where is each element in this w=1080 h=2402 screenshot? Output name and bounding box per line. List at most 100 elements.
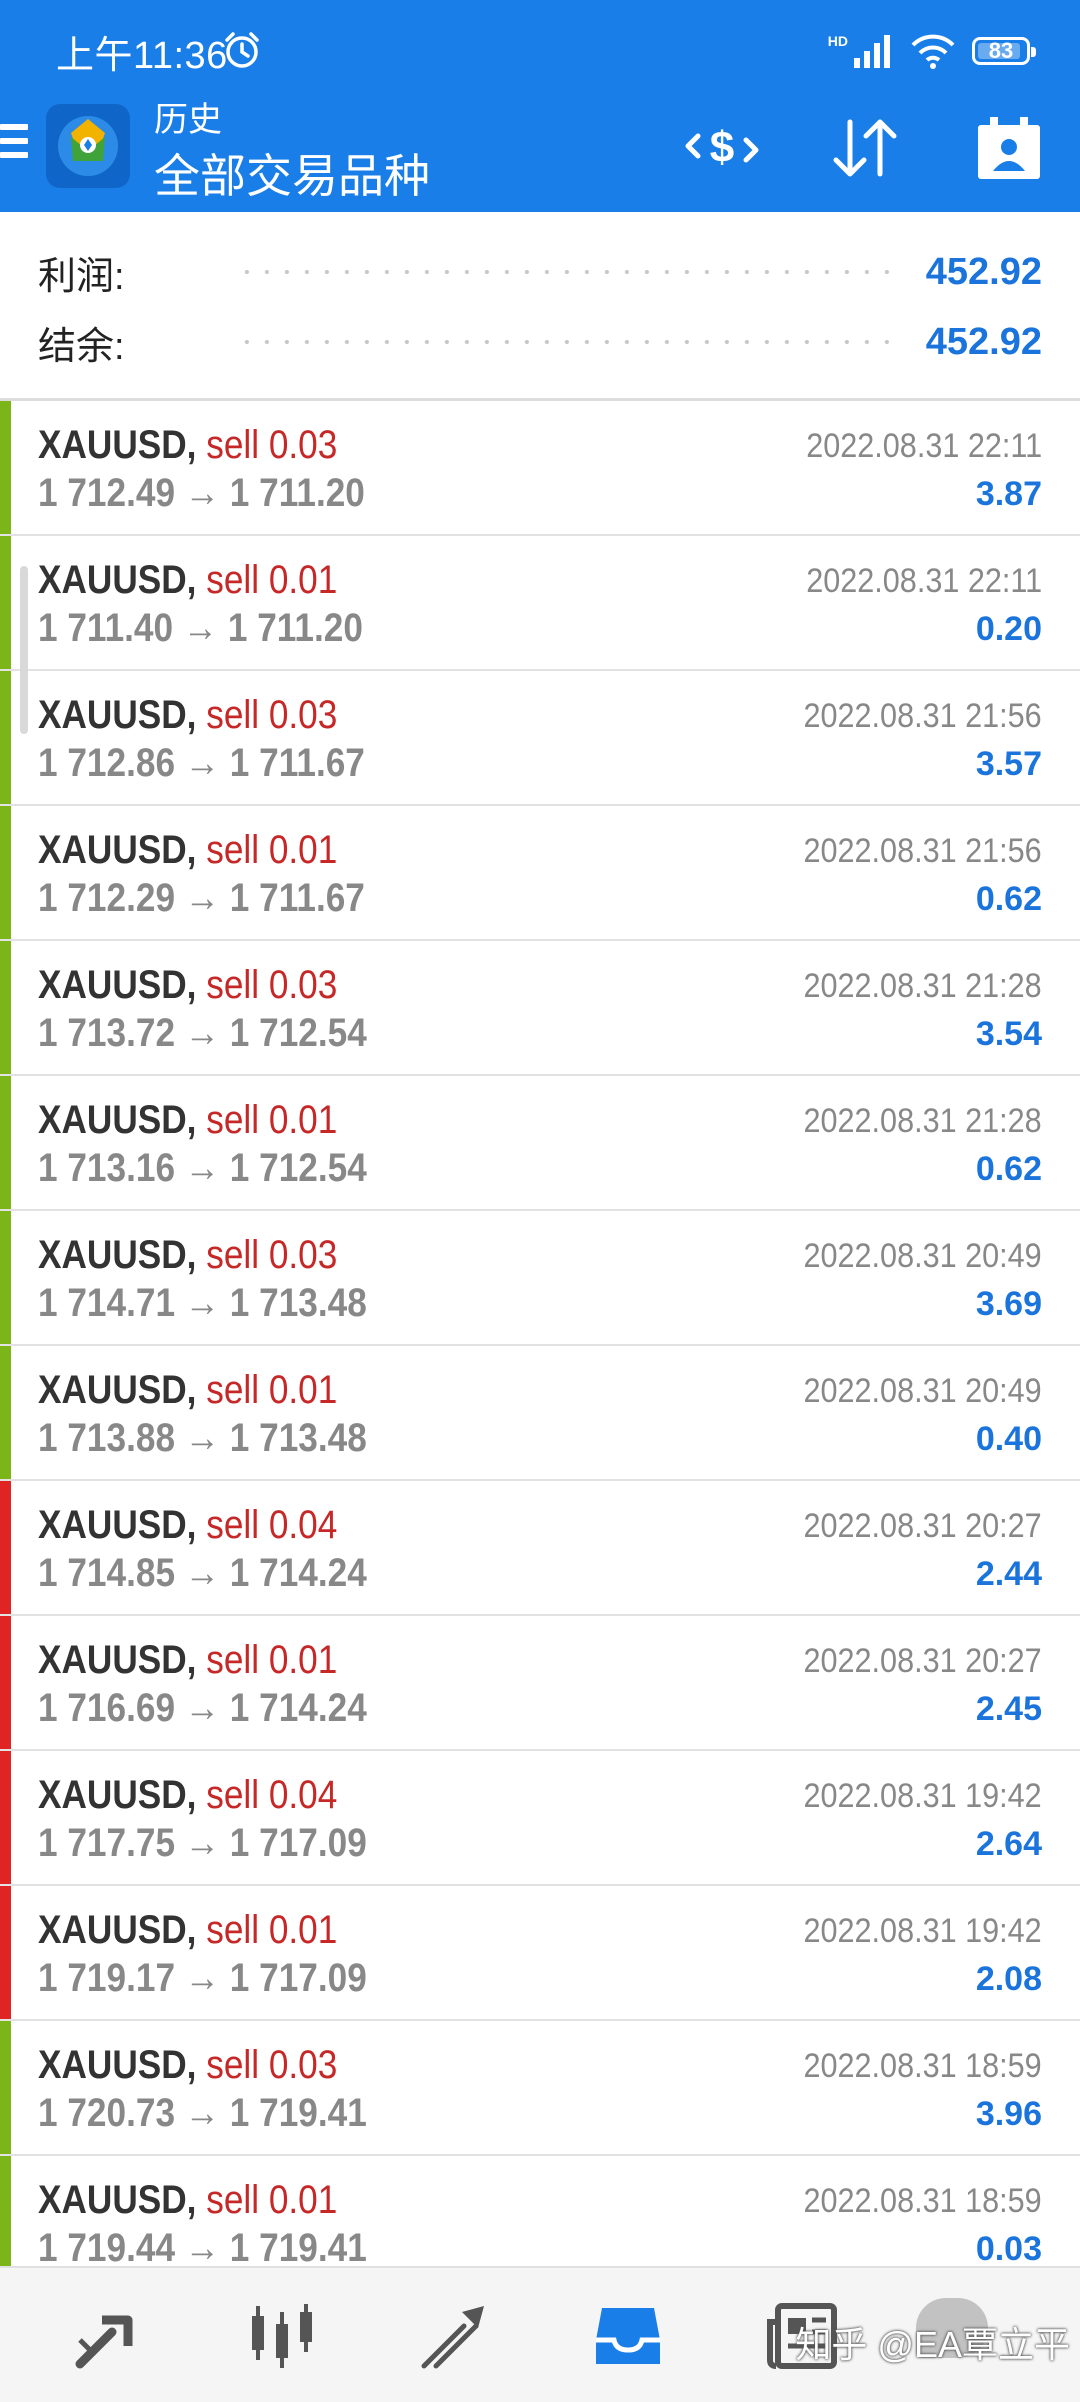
deal-open-price: 1 716.69 <box>38 1686 176 1730</box>
nav-history[interactable] <box>588 2296 668 2376</box>
deal-symbol: XAUUSD, <box>38 1098 197 1142</box>
battery-indicator: 83 <box>972 37 1036 65</box>
deal-type: sell 0.03 <box>206 1233 338 1277</box>
nav-chart[interactable] <box>242 2296 322 2376</box>
deal-open-price: 1 714.71 <box>38 1281 176 1325</box>
deal-list[interactable]: XAUUSD, sell 0.03 1 712.49 → 1 711.20 20… <box>0 401 1080 2266</box>
deal-row[interactable]: XAUUSD, sell 0.01 1 713.16 → 1 712.54 20… <box>0 1076 1080 1211</box>
alarm-icon <box>225 32 259 68</box>
balance-value: 452.92 <box>925 320 1042 363</box>
nav-quotes[interactable] <box>68 2296 148 2376</box>
deal-time: 2022.08.31 21:56 <box>803 832 1042 870</box>
deal-row[interactable]: XAUUSD, sell 0.01 1 713.88 → 1 713.48 20… <box>0 1346 1080 1481</box>
deal-row[interactable]: XAUUSD, sell 0.01 1 719.17 → 1 717.09 20… <box>0 1886 1080 2021</box>
scroll-indicator[interactable] <box>20 566 28 734</box>
deal-close-price: 1 711.67 <box>229 876 365 920</box>
deal-status-bar <box>0 1616 11 1749</box>
deal-time: 2022.08.31 22:11 <box>806 427 1042 465</box>
deal-time: 2022.08.31 20:49 <box>803 1372 1042 1410</box>
deposit-button[interactable]: $ <box>682 108 762 188</box>
history-icon <box>596 2308 660 2364</box>
deal-type: sell 0.01 <box>206 1638 338 1682</box>
app-logo <box>46 104 130 188</box>
deal-open-price: 1 712.49 <box>38 471 176 515</box>
deal-open-price: 1 720.73 <box>38 2091 176 2135</box>
status-time: 上午11:36 <box>56 35 228 77</box>
deal-profit: 0.40 <box>975 1420 1042 1458</box>
deal-close-price: 1 717.09 <box>229 1956 367 2000</box>
deal-close-price: 1 712.54 <box>229 1011 367 1055</box>
deal-open-price: 1 717.75 <box>38 1821 176 1865</box>
deal-status-bar <box>0 1076 11 1209</box>
svg-text:$: $ <box>710 123 734 172</box>
deal-close-price: 1 719.41 <box>229 2091 367 2135</box>
status-icons: HD 83 <box>827 28 1036 74</box>
deal-profit: 2.45 <box>975 1690 1042 1728</box>
calendar-button[interactable] <box>969 108 1049 188</box>
deal-profit: 3.69 <box>975 1285 1042 1323</box>
status-bar: 上午11:36 HD 83 <box>0 0 1080 100</box>
currency-exchange-icon: $ <box>685 123 759 172</box>
profit-value: 452.92 <box>925 250 1042 293</box>
deal-type: sell 0.03 <box>206 423 338 467</box>
deal-symbol: XAUUSD, <box>38 1773 197 1817</box>
header-title[interactable]: 全部交易品种 <box>154 140 430 206</box>
deal-row[interactable]: XAUUSD, sell 0.03 1 714.71 → 1 713.48 20… <box>0 1211 1080 1346</box>
deal-type: sell 0.03 <box>206 963 338 1007</box>
nav-trade[interactable] <box>414 2296 494 2376</box>
deal-row[interactable]: XAUUSD, sell 0.01 1 711.40 → 1 711.20 20… <box>0 536 1080 671</box>
summary-panel: 利润: 452.92 结余: 452.92 <box>0 212 1080 400</box>
deal-row[interactable]: XAUUSD, sell 0.01 1 719.44 → 1 719.41 20… <box>0 2156 1080 2266</box>
deal-row[interactable]: XAUUSD, sell 0.03 1 720.73 → 1 719.41 20… <box>0 2021 1080 2156</box>
arrow-right-icon: → <box>184 2226 221 2266</box>
deal-symbol: XAUUSD, <box>38 1638 197 1682</box>
deal-type: sell 0.01 <box>206 1098 338 1142</box>
deal-status-bar <box>0 941 11 1074</box>
menu-icon[interactable] <box>0 124 28 164</box>
balance-label: 结余: <box>38 325 125 368</box>
deal-type: sell 0.01 <box>206 2178 338 2222</box>
deal-type: sell 0.04 <box>206 1773 338 1817</box>
deal-row[interactable]: XAUUSD, sell 0.03 1 712.86 → 1 711.67 20… <box>0 671 1080 806</box>
deal-status-bar <box>0 806 11 939</box>
calendar-person-icon <box>978 117 1040 179</box>
deal-time: 2022.08.31 22:11 <box>806 562 1042 600</box>
deal-status-bar <box>0 1886 11 2019</box>
deal-row[interactable]: XAUUSD, sell 0.03 1 713.72 → 1 712.54 20… <box>0 941 1080 1076</box>
deal-row[interactable]: XAUUSD, sell 0.01 1 712.29 → 1 711.67 20… <box>0 806 1080 941</box>
deal-time: 2022.08.31 20:27 <box>803 1507 1042 1545</box>
deal-profit: 2.64 <box>975 1825 1042 1863</box>
arrow-right-icon: → <box>184 1551 221 1595</box>
deal-profit: 3.57 <box>975 745 1042 783</box>
signal-icon <box>854 35 890 68</box>
deal-type: sell 0.01 <box>206 828 338 872</box>
arrow-right-icon: → <box>184 2091 221 2135</box>
deal-open-price: 1 713.16 <box>38 1146 176 1190</box>
deal-symbol: XAUUSD, <box>38 1368 197 1412</box>
balance-row: 结余: 452.92 <box>38 312 1042 372</box>
arrow-right-icon: → <box>184 1011 221 1055</box>
deal-symbol: XAUUSD, <box>38 2043 197 2087</box>
deal-row[interactable]: XAUUSD, sell 0.04 1 714.85 → 1 714.24 20… <box>0 1481 1080 1616</box>
deal-status-bar <box>0 401 11 534</box>
deal-time: 2022.08.31 20:49 <box>803 1237 1042 1275</box>
arrow-right-icon: → <box>184 1281 221 1325</box>
bottom-navigation: 知乎 @EA覃立平 <box>0 2266 1080 2402</box>
deal-row[interactable]: XAUUSD, sell 0.04 1 717.75 → 1 717.09 20… <box>0 1751 1080 1886</box>
deal-type: sell 0.03 <box>206 693 338 737</box>
deal-type: sell 0.03 <box>206 2043 338 2087</box>
arrow-right-icon: → <box>184 876 221 920</box>
sort-button[interactable] <box>825 108 905 188</box>
deal-symbol: XAUUSD, <box>38 558 197 602</box>
metatrader-logo-icon <box>58 116 118 176</box>
deal-open-price: 1 712.29 <box>38 876 176 920</box>
deal-status-bar <box>0 536 11 669</box>
deal-open-price: 1 713.88 <box>38 1416 176 1460</box>
deal-profit: 0.03 <box>975 2230 1042 2266</box>
deal-close-price: 1 713.48 <box>229 1416 367 1460</box>
deal-row[interactable]: XAUUSD, sell 0.01 1 716.69 → 1 714.24 20… <box>0 1616 1080 1751</box>
deal-symbol: XAUUSD, <box>38 828 197 872</box>
deal-symbol: XAUUSD, <box>38 1503 197 1547</box>
network-type: HD <box>827 33 848 49</box>
deal-row[interactable]: XAUUSD, sell 0.03 1 712.49 → 1 711.20 20… <box>0 401 1080 536</box>
